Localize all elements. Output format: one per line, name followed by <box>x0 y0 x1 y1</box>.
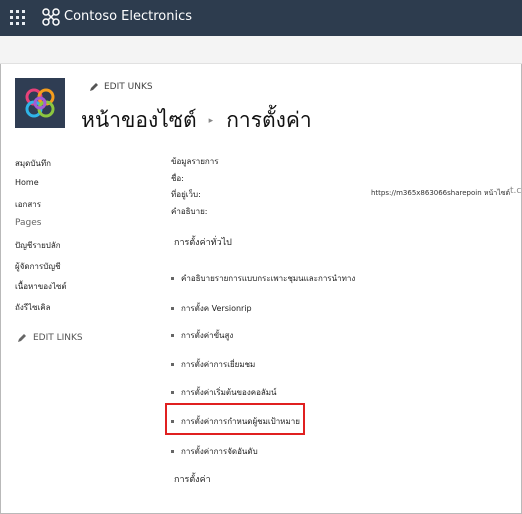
edit-links-top-label: EDIT UNKS <box>104 82 153 92</box>
setting-column-defaults[interactable]: การตั้งค่าเริ่มต้นของคอลัมน์ <box>171 386 277 399</box>
bullet-icon <box>171 334 174 337</box>
web-address-label: ที่อยู่เว็บ: <box>171 190 201 199</box>
bullet-icon <box>171 277 174 280</box>
setting-versioning[interactable]: การตั้งค Versionrip <box>171 302 252 315</box>
setting-label: การตั้งค Versionrip <box>181 304 252 313</box>
edit-links-nav-label: EDIT LINKS <box>33 333 83 343</box>
nav-item-site-contents[interactable]: เนื้อหาของไซต์ <box>15 280 67 293</box>
general-settings-heading: การตั้งค่าทั่วไป <box>174 238 232 248</box>
name-label: ชื่อ: <box>171 174 184 183</box>
app-name[interactable]: Contoso Electronics <box>64 9 192 24</box>
setting-validation[interactable]: การตั้งค่าการเยี่ยมชม <box>171 358 255 371</box>
web-address-trail: t.c <box>510 186 522 196</box>
web-address-value: https://m365x863066sharepoin หน้าไซต์ <box>371 189 511 197</box>
nav-item-account-manager[interactable]: ผู้จัดการบัญชี <box>15 260 61 273</box>
site-logo-icon <box>25 88 55 118</box>
waffle-icon[interactable] <box>10 10 26 26</box>
highlight-box <box>165 403 305 435</box>
contoso-logo-icon <box>42 8 60 26</box>
edit-links-top[interactable]: EDIT UNKS <box>89 82 153 92</box>
setting-label: การตั้งค่าการจัดอันดับ <box>181 447 258 456</box>
chevron-right-icon: ▸ <box>208 115 214 126</box>
nav-item-documents[interactable]: เอกสาร <box>15 198 41 211</box>
pencil-icon <box>90 83 98 91</box>
description-label: คำอธิบาย: <box>171 207 208 216</box>
setting-list-name-description-navigation[interactable]: คำอธิบายรายการแบบกระเพาะชุมนและการนำทาง <box>171 272 355 285</box>
nav-item-recycle-bin[interactable]: ถังรีไซเคิล <box>15 301 51 314</box>
nav-item-home[interactable]: Home <box>15 178 39 187</box>
nav-item-list[interactable]: ปัญชีรายปลัก <box>15 239 61 252</box>
list-information-heading: ข้อมูลรายการ <box>171 157 219 166</box>
bullet-icon <box>171 391 174 394</box>
setting-label: การตั้งค่าการเยี่ยมชม <box>181 360 256 369</box>
command-bar <box>0 36 522 64</box>
breadcrumb-site-pages[interactable]: หน้าของไซต์ <box>81 104 197 137</box>
setting-advanced[interactable]: การตั้งค่าขั้นสูง <box>171 329 233 342</box>
breadcrumb: หน้าของไซต์ ▸ การตั้งค่า <box>81 104 312 137</box>
setting-label: คำอธิบายรายการแบบกระเพาะชุมนและการนำทาง <box>181 274 356 283</box>
bullet-icon <box>171 450 174 453</box>
nav-item-notebook[interactable]: สมุดบันทึก <box>15 157 51 170</box>
page-title: การตั้งค่า <box>226 108 312 132</box>
suite-bar: Contoso Electronics <box>0 0 522 36</box>
edit-links-nav[interactable]: EDIT LINKS <box>17 333 83 343</box>
settings-footer-heading: การตั้งค่า <box>174 475 211 485</box>
bullet-icon <box>171 307 174 310</box>
pencil-icon <box>18 334 26 342</box>
setting-label: การตั้งค่าขั้นสูง <box>181 331 234 340</box>
setting-rating[interactable]: การตั้งค่าการจัดอันดับ <box>171 445 258 458</box>
site-logo[interactable] <box>15 78 65 128</box>
bullet-icon <box>171 363 174 366</box>
setting-label: การตั้งค่าเริ่มต้นของคอลัมน์ <box>181 388 277 397</box>
nav-item-pages: Pages <box>15 218 42 228</box>
window-frame <box>0 0 522 514</box>
